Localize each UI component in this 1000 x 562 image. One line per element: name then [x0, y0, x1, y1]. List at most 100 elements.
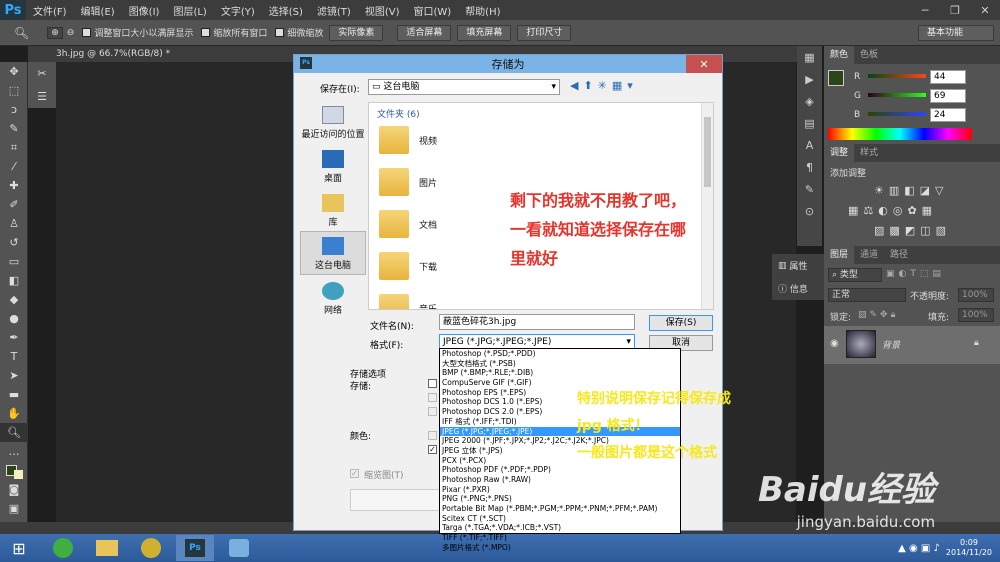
- info-tab[interactable]: ⓘ 信息: [772, 277, 824, 300]
- tab-styles[interactable]: 样式: [854, 144, 884, 162]
- r-slider[interactable]: [868, 74, 926, 78]
- close-icon[interactable]: ✕: [970, 0, 1000, 20]
- format-option[interactable]: 大型文档格式 (*.PSB): [440, 359, 680, 369]
- menu-layer[interactable]: 图层(L): [166, 3, 213, 18]
- eyedropper-icon[interactable]: ⁄: [0, 157, 28, 176]
- opacity-input[interactable]: 100%: [958, 288, 994, 302]
- more-tools-icon[interactable]: …: [0, 442, 28, 461]
- g-slider[interactable]: [868, 93, 926, 97]
- g-value[interactable]: 69: [930, 89, 966, 103]
- actual-pixels-button[interactable]: 实际像素: [329, 24, 384, 41]
- fill-screen-button[interactable]: 填充屏幕: [457, 24, 512, 41]
- menu-help[interactable]: 帮助(H): [458, 3, 507, 18]
- format-option[interactable]: Portable Bit Map (*.PBM;*.PGM;*.PPM;*.PN…: [440, 504, 680, 514]
- adjustment-icons-row3[interactable]: ▨▩◩◫▧: [874, 224, 951, 237]
- swatches-icon[interactable]: ▤: [797, 112, 822, 134]
- history-brush-icon[interactable]: ↺: [0, 233, 28, 252]
- tab-layers[interactable]: 图层: [824, 246, 855, 264]
- healing-brush-icon[interactable]: ✚: [0, 176, 28, 195]
- clone-stamp-icon[interactable]: ♙: [0, 214, 28, 233]
- dialog-close-icon[interactable]: ✕: [686, 55, 722, 73]
- place-this-pc[interactable]: 这台电脑: [300, 231, 366, 275]
- foreground-color[interactable]: [828, 70, 844, 86]
- pen-tool-icon[interactable]: ✒: [0, 328, 28, 347]
- zoom-in-icon[interactable]: ⊕: [47, 26, 63, 39]
- format-option[interactable]: Scitex CT (*.SCT): [440, 514, 680, 524]
- layer-filter-icons[interactable]: ▣◐T⬚▤: [886, 269, 945, 279]
- brush-preset-icon[interactable]: ☰: [28, 85, 56, 108]
- move-tool-icon[interactable]: ✥: [0, 62, 28, 81]
- store-checkbox[interactable]: [428, 379, 437, 388]
- brush-tool-icon[interactable]: ✐: [0, 195, 28, 214]
- character-icon[interactable]: A: [797, 134, 822, 156]
- menu-edit[interactable]: 编辑(E): [74, 3, 122, 18]
- minimize-icon[interactable]: ─: [910, 0, 940, 20]
- layer-kind-filter[interactable]: ⌕ 类型: [828, 268, 882, 282]
- menu-filter[interactable]: 滤镜(T): [310, 3, 358, 18]
- color-swatches-icon[interactable]: [0, 461, 28, 480]
- lasso-tool-icon[interactable]: ↄ: [0, 100, 28, 119]
- fit-screen-button[interactable]: 适合屏幕: [397, 24, 452, 41]
- tab-channels[interactable]: 通道: [854, 246, 884, 264]
- menu-file[interactable]: 文件(F): [26, 3, 74, 18]
- crop-tool-icon[interactable]: ⌗: [0, 138, 28, 157]
- resize-windows-checkbox[interactable]: [82, 28, 92, 37]
- lock-icons[interactable]: ▧✎✥🔒︎: [858, 310, 898, 320]
- format-option[interactable]: PNG (*.PNG;*.PNS): [440, 494, 680, 504]
- quick-select-icon[interactable]: ✎: [0, 119, 28, 138]
- filename-input[interactable]: 蔽蓝色碎花3h.jpg: [439, 314, 635, 330]
- b-slider[interactable]: [868, 112, 926, 116]
- list-item[interactable]: 视频: [369, 119, 713, 161]
- tab-swatches[interactable]: 色板: [854, 46, 884, 64]
- format-option[interactable]: 多图片格式 (*.MPO): [440, 543, 680, 553]
- menu-window[interactable]: 窗口(W): [406, 3, 458, 18]
- eraser-tool-icon[interactable]: ▭: [0, 252, 28, 271]
- format-option[interactable]: Photoshop (*.PSD;*.PDD): [440, 349, 680, 359]
- fill-input[interactable]: 100%: [958, 308, 994, 322]
- format-option[interactable]: Pixar (*.PXR): [440, 485, 680, 495]
- start-button-icon[interactable]: ⊞: [0, 535, 38, 561]
- marquee-tool-icon[interactable]: ⬚: [0, 81, 28, 100]
- zoom-tool-icon[interactable]: 🔍︎: [14, 26, 29, 40]
- place-libraries[interactable]: 库: [300, 187, 366, 231]
- tab-color[interactable]: 颜色: [824, 46, 855, 64]
- paragraph-icon[interactable]: ¶: [797, 156, 822, 178]
- r-value[interactable]: 44: [930, 70, 966, 84]
- brush-panel-icon[interactable]: ✎: [797, 178, 822, 200]
- gradient-tool-icon[interactable]: ◧: [0, 271, 28, 290]
- photoshop-taskbar-icon[interactable]: Ps: [176, 535, 214, 561]
- place-recent[interactable]: 最近访问的位置: [300, 99, 366, 143]
- path-select-icon[interactable]: ➤: [0, 366, 28, 385]
- hand-tool-icon[interactable]: ✋: [0, 404, 28, 423]
- save-button[interactable]: 保存(S): [649, 315, 713, 331]
- tray-icons[interactable]: ▲ ◉ ▣ ♪: [898, 543, 940, 554]
- tab-paths[interactable]: 路径: [884, 246, 914, 264]
- screen-mode-icon[interactable]: ▣: [0, 499, 28, 518]
- print-size-button[interactable]: 打印尺寸: [517, 24, 572, 41]
- layer-row-background[interactable]: ◉ 背景 🔒︎: [824, 326, 1000, 364]
- browser-icon[interactable]: [44, 535, 82, 561]
- menu-select[interactable]: 选择(S): [262, 3, 310, 18]
- menu-type[interactable]: 文字(Y): [214, 3, 262, 18]
- tab-adjustments[interactable]: 调整: [824, 144, 855, 162]
- menu-image[interactable]: 图像(I): [122, 3, 167, 18]
- clock[interactable]: 0:09 2014/11/20: [946, 538, 992, 558]
- shape-tool-icon[interactable]: ▬: [0, 385, 28, 404]
- adjustment-icons-row2[interactable]: ▦⚖◐◎✿▦: [848, 204, 937, 217]
- format-option[interactable]: TIFF (*.TIF;*.TIFF): [440, 533, 680, 543]
- blend-mode-select[interactable]: 正常: [828, 288, 906, 302]
- tool-preset-icon[interactable]: ✂: [28, 62, 56, 85]
- quick-mask-icon[interactable]: ◙: [0, 480, 28, 499]
- history-icon[interactable]: ▦: [797, 46, 822, 68]
- format-option[interactable]: Targa (*.TGA;*.VDA;*.ICB;*.VST): [440, 523, 680, 533]
- place-desktop[interactable]: 桌面: [300, 143, 366, 187]
- menu-view[interactable]: 视图(V): [358, 3, 407, 18]
- paint-icon[interactable]: [220, 535, 258, 561]
- actions-icon[interactable]: ▶: [797, 68, 822, 90]
- scrubby-zoom-checkbox[interactable]: [275, 28, 285, 37]
- zoom-all-checkbox[interactable]: [201, 28, 211, 37]
- list-item[interactable]: 音乐: [369, 287, 713, 309]
- explorer-icon[interactable]: [88, 535, 126, 561]
- dodge-tool-icon[interactable]: ●: [0, 309, 28, 328]
- navigator-icon[interactable]: ◈: [797, 90, 822, 112]
